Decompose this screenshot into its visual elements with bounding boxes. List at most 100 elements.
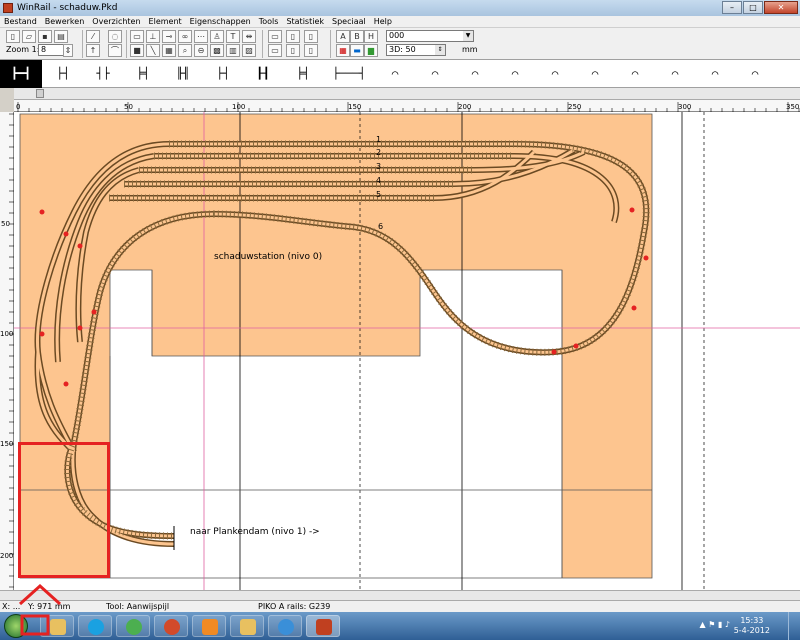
status-rails: PIKO A rails: G239 [258, 602, 331, 611]
color-block-icon[interactable]: ▆ [364, 44, 378, 57]
track-symbol-curve[interactable]: ⌒ [458, 60, 492, 88]
dist-c-icon[interactable]: ▯ [304, 44, 318, 57]
menu-statistiek[interactable]: Statistiek [282, 17, 328, 26]
color-grid-icon[interactable]: ▦ [336, 44, 350, 57]
text-tool-icon[interactable]: T [226, 30, 240, 43]
internet-explorer-icon [278, 619, 294, 635]
signal-icon[interactable]: ⊥ [146, 30, 160, 43]
track-symbol-curve[interactable]: ⌒ [378, 60, 412, 88]
track-symbol[interactable]: ╞╡ [126, 60, 160, 88]
menu-speciaal[interactable]: Speciaal [328, 17, 370, 26]
track-plan[interactable]: 1 2 3 4 5 6 schaduwstation (nivo 0) naar… [14, 112, 800, 590]
track-symbol-curve[interactable]: ⌒ [418, 60, 452, 88]
bridge-icon[interactable]: ⌒ [108, 44, 122, 57]
grid-icon[interactable]: ▩ [210, 44, 224, 57]
taskbar-app-skype[interactable] [78, 615, 112, 637]
track-symbol[interactable]: ├┤ [206, 60, 240, 88]
menu-bestand[interactable]: Bestand [0, 17, 41, 26]
track-symbol-curve[interactable]: ⌒ [698, 60, 732, 88]
track-symbol-curve[interactable]: ⌒ [658, 60, 692, 88]
new-file-icon[interactable]: ▯ [6, 30, 20, 43]
track-tool-icon[interactable]: ▭ [130, 30, 144, 43]
save-icon[interactable]: ▪ [38, 30, 52, 43]
track-number: 1 [376, 135, 381, 144]
text-b-button[interactable]: B [350, 30, 364, 43]
chevron-down-icon[interactable]: ▼ [463, 31, 473, 41]
layer-select[interactable]: 000 ▼ [386, 30, 474, 42]
view3d-spin-icon[interactable]: ⇕ [435, 45, 445, 55]
menu-bar: Bestand Bewerken Overzichten Element Eig… [0, 16, 800, 28]
horizontal-scrollbar-top[interactable] [14, 88, 800, 100]
show-desktop-button[interactable] [788, 612, 800, 640]
ruler-label: 100 [0, 330, 13, 338]
zoom-icon[interactable]: ⌕ [178, 44, 192, 57]
track-symbol[interactable]: ┤├ [86, 60, 120, 88]
open-file-icon[interactable]: ▱ [22, 30, 36, 43]
arrow-up-icon[interactable]: ↑ [86, 44, 100, 57]
layers-icon[interactable]: ▥ [226, 44, 240, 57]
align-h-icon[interactable]: ▭ [268, 30, 282, 43]
line-icon[interactable]: ╲ [146, 44, 160, 57]
dist-h-icon[interactable]: ▭ [268, 44, 282, 57]
status-tool: Tool: Aanwijspijl [106, 602, 170, 611]
menu-overzichten[interactable]: Overzichten [88, 17, 144, 26]
highlight-rectangle [18, 442, 110, 578]
horizontal-scrollbar-bottom[interactable] [0, 590, 800, 600]
taskbar-app-messenger[interactable] [116, 615, 150, 637]
toolbar-separator [126, 30, 127, 58]
track-symbol-curve[interactable]: ⌒ [618, 60, 652, 88]
rectangle-icon[interactable]: ■ [130, 44, 144, 57]
menu-tools[interactable]: Tools [255, 17, 283, 26]
minimize-button[interactable]: – [722, 1, 742, 14]
eraser-icon[interactable]: ◌ [108, 30, 122, 43]
view3d-input[interactable]: 3D: 50 ⇕ [386, 44, 446, 56]
measure-icon[interactable]: ⇹ [242, 30, 256, 43]
hatch-icon[interactable]: ▦ [162, 44, 176, 57]
chain-icon[interactable]: ∞ [178, 30, 192, 43]
track-symbol-curve[interactable]: ⌒ [738, 60, 772, 88]
taskbar-app-files[interactable] [230, 615, 264, 637]
color-bar-icon[interactable]: ▬ [350, 44, 364, 57]
taskbar-app-winrail[interactable] [306, 615, 340, 637]
ruler-label: 200 [458, 103, 471, 111]
clock[interactable]: 15:33 5-4-2012 [734, 616, 770, 636]
maximize-button[interactable]: □ [743, 1, 763, 14]
menu-help[interactable]: Help [370, 17, 396, 26]
view3d-value: 3D: 50 [389, 45, 416, 54]
track-symbol[interactable]: ├┤ [46, 60, 80, 88]
joint-icon[interactable]: ⋯ [194, 30, 208, 43]
track-symbol-selected[interactable]: ┣━┫ [0, 60, 42, 88]
print-icon[interactable]: ▤ [54, 30, 68, 43]
track-symbol-long[interactable]: ├───┤ [326, 60, 372, 88]
taskbar-app-ie[interactable] [268, 615, 302, 637]
taskbar-app-media[interactable] [192, 615, 226, 637]
taskbar-app-browser[interactable] [154, 615, 188, 637]
align-v-icon[interactable]: ▯ [286, 30, 300, 43]
track-symbol[interactable]: ╟╢ [166, 60, 200, 88]
system-tray[interactable]: ▲ ⚑ ▮ ♪ [700, 620, 730, 629]
scroll-thumb[interactable] [36, 89, 44, 98]
track-symbol[interactable]: ╞╡ [286, 60, 320, 88]
image-icon[interactable]: ▨ [242, 44, 256, 57]
link-icon[interactable]: ⊸ [162, 30, 176, 43]
close-button[interactable]: ✕ [764, 1, 798, 14]
menu-bewerken[interactable]: Bewerken [41, 17, 89, 26]
drawing-canvas[interactable]: 1 2 3 4 5 6 schaduwstation (nivo 0) naar… [14, 112, 800, 590]
align-c-icon[interactable]: ▯ [304, 30, 318, 43]
toolbar-separator [82, 30, 83, 58]
menu-eigenschappen[interactable]: Eigenschappen [186, 17, 255, 26]
ruler-label: 150 [0, 440, 13, 448]
menu-element[interactable]: Element [145, 17, 186, 26]
track-symbol-curve[interactable]: ⌒ [498, 60, 532, 88]
toolbar: ▯ ▱ ▪ ▤ Zoom 1: 8 ⇕ ⁄ ↑ ◌ ⌒ ▭ ⊥ ⊸ ∞ ⋯ ♙ … [0, 28, 800, 60]
zoom-out-icon[interactable]: ⊖ [194, 44, 208, 57]
zoom-spin-icon[interactable]: ⇕ [63, 44, 73, 57]
pencil-icon[interactable]: ⁄ [86, 30, 100, 43]
track-symbol-curve[interactable]: ⌒ [578, 60, 612, 88]
text-h-button[interactable]: H [364, 30, 378, 43]
track-symbol[interactable]: ┠┨ [246, 60, 280, 88]
figure-icon[interactable]: ♙ [210, 30, 224, 43]
dist-v-icon[interactable]: ▯ [286, 44, 300, 57]
text-a-button[interactable]: A [336, 30, 350, 43]
track-symbol-curve[interactable]: ⌒ [538, 60, 572, 88]
